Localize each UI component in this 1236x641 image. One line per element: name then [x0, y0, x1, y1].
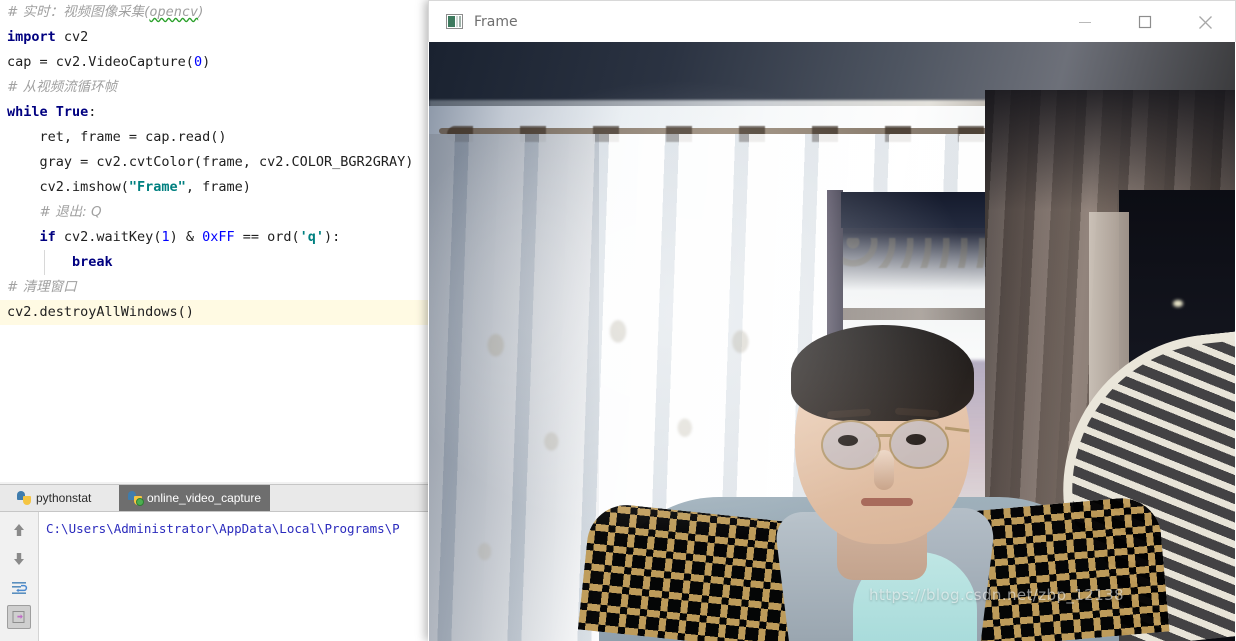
code-editor[interactable]: # 实时：视频图像采集(opencv) import cv2 cap = cv2…	[0, 0, 434, 482]
balcony-top-blind	[841, 192, 1001, 228]
doorway-light-spot	[1173, 300, 1183, 307]
nose	[874, 450, 894, 490]
scroll-up-button[interactable]	[7, 518, 31, 542]
glasses-bridge	[876, 434, 891, 437]
tab-label: online_video_capture	[147, 491, 262, 505]
soft-wrap-icon	[11, 582, 27, 594]
opencv-frame-window[interactable]: Frame https://blog.csdn.net/zbp_12138	[428, 0, 1236, 641]
code-line-current[interactable]: cv2.destroyAllWindows()	[0, 300, 434, 325]
cv-window-title: Frame	[474, 13, 518, 30]
run-tool-window: pythonstat online_video_capture C:\Users…	[0, 482, 434, 641]
close-button[interactable]	[1175, 1, 1235, 43]
soft-wrap-button[interactable]	[7, 576, 31, 600]
code-line[interactable]: while True:	[0, 100, 434, 125]
code-line[interactable]: if cv2.waitKey(1) & 0xFF == ord('q'):	[0, 225, 434, 250]
console-output-text: C:\Users\Administrator\AppData\Local\Pro…	[46, 521, 400, 536]
tab-online-video-capture[interactable]: online_video_capture	[119, 485, 271, 511]
run-indicator-dot	[136, 498, 144, 506]
comment-text: # 实时：视频图像采集(	[7, 4, 150, 20]
run-tab-bar: pythonstat online_video_capture	[0, 484, 434, 512]
print-button[interactable]	[7, 605, 31, 629]
code-line[interactable]: # 清理窗口	[0, 275, 434, 300]
hair	[791, 325, 974, 421]
balcony-lace-valance	[843, 238, 999, 268]
jacket-left-panel	[577, 501, 806, 641]
eye-left	[838, 435, 858, 446]
webcam-video-frame: https://blog.csdn.net/zbp_12138	[429, 42, 1235, 641]
console-toolbar	[0, 512, 39, 641]
maximize-icon	[1138, 15, 1152, 29]
screen: # 实时：视频图像采集(opencv) import cv2 cap = cv2…	[0, 0, 1236, 641]
indent-guide	[44, 250, 45, 275]
tab-label: pythonstat	[36, 491, 92, 505]
code-line[interactable]: ret, frame = cap.read()	[0, 125, 434, 150]
tab-pythonstat[interactable]: pythonstat	[8, 485, 101, 511]
code-line[interactable]: # 实时：视频图像采集(opencv)	[0, 0, 434, 25]
eye-right	[906, 434, 926, 445]
python-icon	[17, 491, 31, 505]
cv-window-titlebar[interactable]: Frame	[428, 0, 1236, 42]
code-line[interactable]: cap = cv2.VideoCapture(0)	[0, 50, 434, 75]
print-icon	[12, 611, 25, 623]
comment-squiggle-text: opencv	[149, 4, 199, 20]
scroll-down-button[interactable]	[7, 547, 31, 571]
code-line[interactable]: # 退出: Q	[0, 200, 434, 225]
code-line[interactable]: # 从视频流循环帧	[0, 75, 434, 100]
up-arrow-icon	[14, 524, 24, 536]
code-line[interactable]: gray = cv2.cvtColor(frame, cv2.COLOR_BGR…	[0, 150, 434, 175]
maximize-button[interactable]	[1115, 1, 1175, 43]
python-running-icon	[128, 491, 144, 506]
code-line[interactable]: cv2.imshow("Frame", frame)	[0, 175, 434, 200]
opencv-app-icon	[446, 14, 463, 29]
down-arrow-icon	[14, 553, 24, 565]
code-line[interactable]: break	[0, 250, 434, 275]
minimize-button[interactable]	[1055, 1, 1115, 43]
mouth	[861, 498, 913, 506]
close-icon	[1198, 15, 1212, 29]
minimize-icon	[1079, 22, 1091, 23]
console-output-panel[interactable]: C:\Users\Administrator\AppData\Local\Pro…	[0, 511, 434, 641]
watermark: https://blog.csdn.net/zbp_12138	[869, 586, 1124, 604]
balcony-railing	[843, 308, 999, 320]
code-line[interactable]: import cv2	[0, 25, 434, 50]
